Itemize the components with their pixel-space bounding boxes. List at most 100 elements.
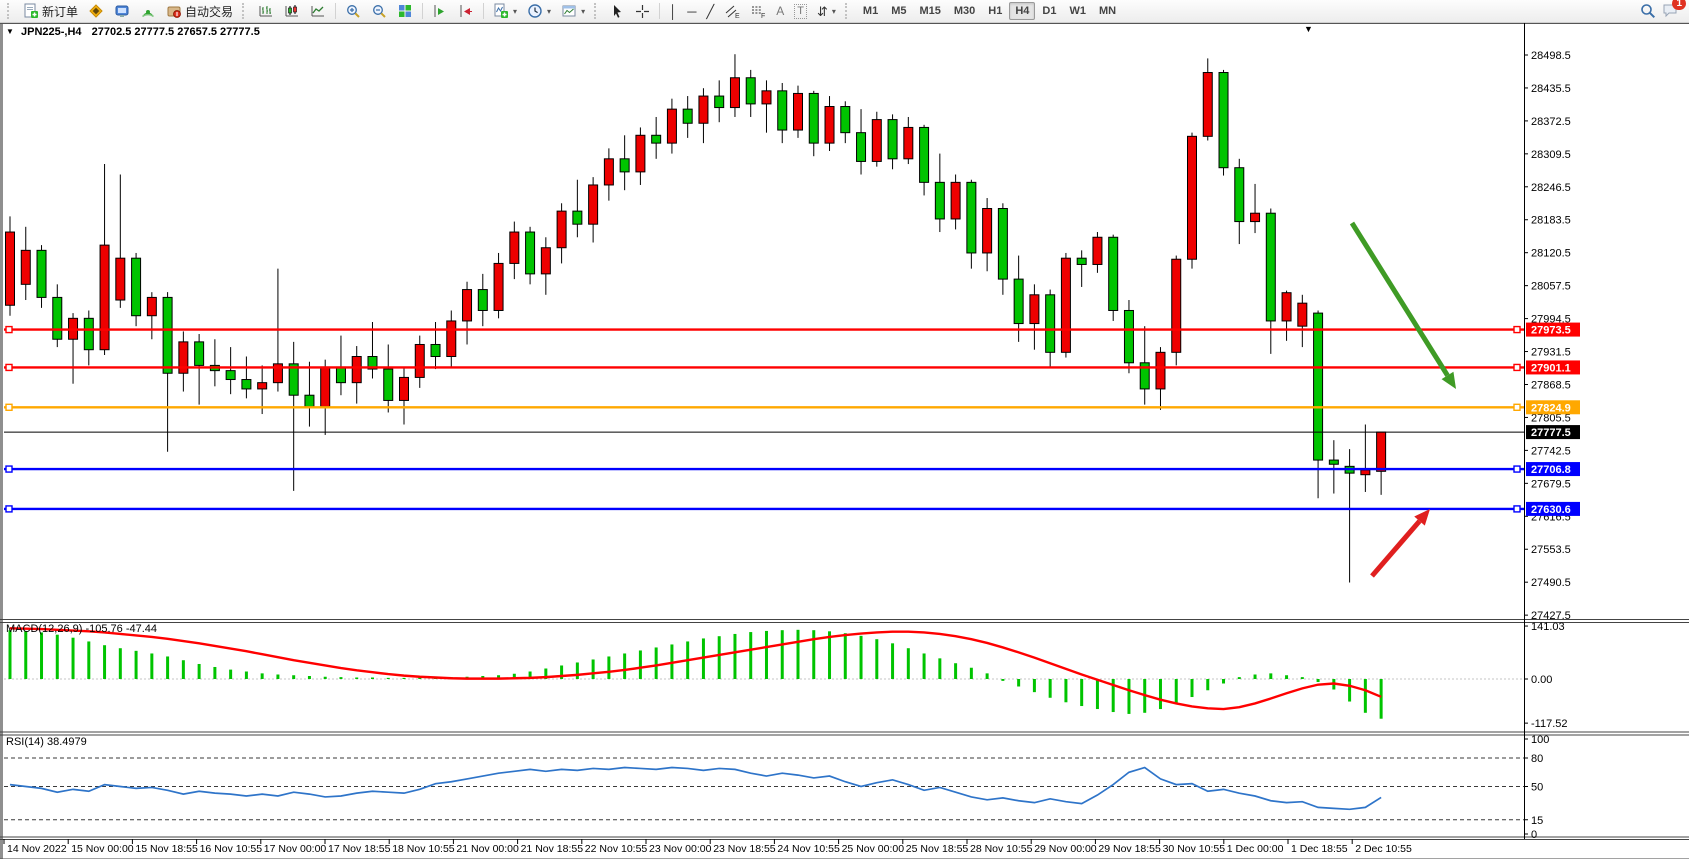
timeframe-m30[interactable]: M30 bbox=[948, 2, 981, 20]
crosshair-tool[interactable] bbox=[631, 0, 654, 22]
notifications-button[interactable]: 1 bbox=[1662, 2, 1679, 21]
line-handle[interactable] bbox=[6, 404, 12, 410]
candle-body bbox=[53, 297, 62, 339]
timeframe-h4[interactable]: H4 bbox=[1009, 2, 1035, 20]
candle-body bbox=[872, 120, 881, 162]
deposit-button[interactable] bbox=[84, 0, 108, 22]
toolbar-handle[interactable] bbox=[242, 3, 249, 19]
candle-body bbox=[415, 344, 424, 377]
chart-shift-icon bbox=[458, 3, 474, 19]
candle-body bbox=[557, 211, 566, 248]
line-handle[interactable] bbox=[1514, 466, 1520, 472]
timeframe-mn[interactable]: MN bbox=[1093, 2, 1122, 20]
timeframe-d1[interactable]: D1 bbox=[1036, 2, 1062, 20]
cursor-tool[interactable] bbox=[606, 0, 629, 22]
svg-text:28498.5: 28498.5 bbox=[1531, 50, 1571, 62]
arrows-tool[interactable]: ⇵▾ bbox=[813, 0, 840, 22]
candle-body bbox=[37, 250, 46, 297]
search-icon[interactable] bbox=[1640, 3, 1656, 19]
line-chart-button[interactable] bbox=[306, 0, 330, 22]
signal-button[interactable] bbox=[136, 0, 160, 22]
line-handle[interactable] bbox=[1514, 506, 1520, 512]
trendline-icon: ╱ bbox=[706, 5, 714, 18]
candle-body bbox=[888, 120, 897, 159]
candlestick-chart-button[interactable] bbox=[280, 0, 304, 22]
horizontal-line-tool[interactable]: ─ bbox=[683, 0, 700, 22]
window-splitter[interactable] bbox=[0, 23, 3, 859]
candle-body bbox=[1219, 73, 1228, 168]
candle-body bbox=[652, 135, 661, 143]
periods-button[interactable]: ▾ bbox=[523, 0, 555, 22]
timeframe-m5[interactable]: M5 bbox=[885, 2, 912, 20]
timeframe-h1[interactable]: H1 bbox=[982, 2, 1008, 20]
candle-body bbox=[321, 367, 330, 407]
templates-button[interactable]: ▾ bbox=[557, 0, 589, 22]
candle-body bbox=[604, 159, 613, 185]
line-handle[interactable] bbox=[6, 506, 12, 512]
candlestick-chart-icon bbox=[284, 3, 300, 19]
candle-body bbox=[573, 211, 582, 224]
candle-body bbox=[1061, 258, 1070, 352]
timeframe-w1[interactable]: W1 bbox=[1063, 2, 1092, 20]
text-icon: A bbox=[776, 5, 784, 18]
svg-text:100: 100 bbox=[1531, 734, 1549, 746]
svg-text:25 Nov 00:00: 25 Nov 00:00 bbox=[842, 843, 905, 855]
line-handle[interactable] bbox=[1514, 327, 1520, 333]
indicators-button[interactable]: ▾ bbox=[489, 0, 521, 22]
notification-badge: 1 bbox=[1672, 0, 1686, 10]
channel-icon: E bbox=[724, 4, 740, 19]
chart-menu-arrow-icon[interactable]: ▼ bbox=[6, 27, 14, 36]
chart-dropdown-arrow[interactable]: ▼ bbox=[1304, 24, 1313, 34]
candle-body bbox=[825, 107, 834, 144]
line-handle[interactable] bbox=[6, 466, 12, 472]
candle-body bbox=[683, 109, 692, 123]
text-label-tool[interactable]: T bbox=[790, 0, 811, 22]
chart-canvas[interactable]: 28498.528435.528372.528309.528246.528183… bbox=[0, 23, 1689, 859]
tile-windows-icon bbox=[397, 3, 413, 19]
line-handle[interactable] bbox=[6, 327, 12, 333]
chevron-down-icon: ▾ bbox=[547, 7, 551, 16]
candle-body bbox=[352, 357, 361, 383]
line-handle[interactable] bbox=[1514, 364, 1520, 370]
svg-text:30 Nov 10:55: 30 Nov 10:55 bbox=[1163, 843, 1226, 855]
toolbar-handle[interactable] bbox=[594, 3, 601, 19]
auto-scroll-button[interactable] bbox=[428, 0, 452, 22]
horizontal-line-icon: ─ bbox=[687, 5, 696, 18]
candle-body bbox=[242, 380, 251, 389]
chart-shift-button[interactable] bbox=[454, 0, 478, 22]
toolbar-handle[interactable] bbox=[7, 3, 14, 19]
svg-text:27490.5: 27490.5 bbox=[1531, 577, 1571, 589]
svg-text:16 Nov 10:55: 16 Nov 10:55 bbox=[200, 843, 263, 855]
candle-body bbox=[920, 127, 929, 182]
candle-body bbox=[809, 93, 818, 143]
candle-body bbox=[746, 78, 755, 104]
trendline-tool[interactable]: ╱ bbox=[702, 0, 718, 22]
svg-text:15: 15 bbox=[1531, 815, 1543, 827]
fibonacci-tool[interactable]: F bbox=[746, 0, 770, 22]
svg-text:29 Nov 18:55: 29 Nov 18:55 bbox=[1098, 843, 1161, 855]
autotrade-button[interactable]: 自动交易 bbox=[162, 0, 237, 22]
zoom-in-button[interactable] bbox=[341, 0, 365, 22]
svg-text:28183.5: 28183.5 bbox=[1531, 215, 1571, 227]
channel-tool[interactable]: E bbox=[720, 0, 744, 22]
candle-body bbox=[100, 245, 109, 350]
zoom-out-button[interactable] bbox=[367, 0, 391, 22]
chart-window[interactable]: 28498.528435.528372.528309.528246.528183… bbox=[0, 23, 1689, 859]
tile-windows-button[interactable] bbox=[393, 0, 417, 22]
candle-body bbox=[1014, 279, 1023, 323]
new-order-button[interactable]: 新订单 bbox=[19, 0, 82, 22]
timeframe-m1[interactable]: M1 bbox=[857, 2, 884, 20]
text-tool[interactable]: A bbox=[772, 0, 788, 22]
line-handle[interactable] bbox=[6, 364, 12, 370]
candle-body bbox=[778, 91, 787, 130]
candle-body bbox=[163, 297, 172, 373]
svg-text:-117.52: -117.52 bbox=[1531, 718, 1568, 730]
line-handle[interactable] bbox=[1514, 404, 1520, 410]
new-order-label: 新订单 bbox=[42, 3, 78, 20]
bar-chart-button[interactable] bbox=[254, 0, 278, 22]
terminal-button[interactable] bbox=[110, 0, 134, 22]
toolbar-handle[interactable] bbox=[845, 3, 852, 19]
vertical-line-tool[interactable]: │ bbox=[665, 0, 681, 22]
timeframe-m15[interactable]: M15 bbox=[913, 2, 946, 20]
candle-body bbox=[21, 250, 30, 284]
